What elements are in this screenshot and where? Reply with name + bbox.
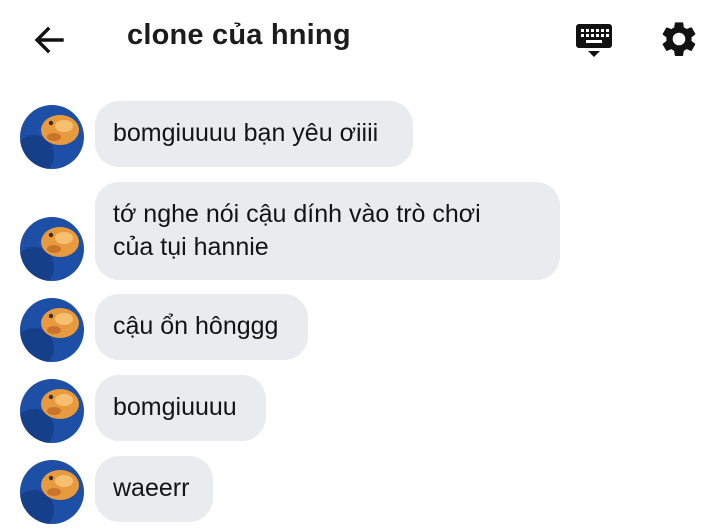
message-text: cậu ổn hônggg <box>113 312 279 340</box>
chat-header: clone của hning <box>0 0 720 80</box>
keyboard-icon[interactable] <box>574 20 614 60</box>
message-text: waeerr <box>113 474 190 502</box>
avatar[interactable] <box>20 379 84 443</box>
gear-icon[interactable] <box>658 18 700 60</box>
avatar[interactable] <box>20 460 84 524</box>
message-bubble[interactable]: bomgiuuuu <box>95 375 266 441</box>
message-bubble[interactable]: tớ nghe nói cậu dính vào trò chơi của tụ… <box>95 182 560 280</box>
message-text-line: tớ nghe nói cậu dính vào trò chơi <box>113 200 481 228</box>
avatar[interactable] <box>20 217 84 281</box>
avatar[interactable] <box>20 105 84 169</box>
chat-title: clone của hning <box>127 19 351 51</box>
message-text-line: của tụi hannie <box>113 233 269 261</box>
message-bubble[interactable]: waeerr <box>95 456 213 522</box>
avatar[interactable] <box>20 298 84 362</box>
back-arrow-icon[interactable] <box>30 20 70 60</box>
message-text: bomgiuuuu bạn yêu ơiiii <box>113 119 379 147</box>
message-bubble[interactable]: cậu ổn hônggg <box>95 294 308 360</box>
message-bubble[interactable]: bomgiuuuu bạn yêu ơiiii <box>95 101 413 167</box>
message-text: bomgiuuuu <box>113 393 237 421</box>
